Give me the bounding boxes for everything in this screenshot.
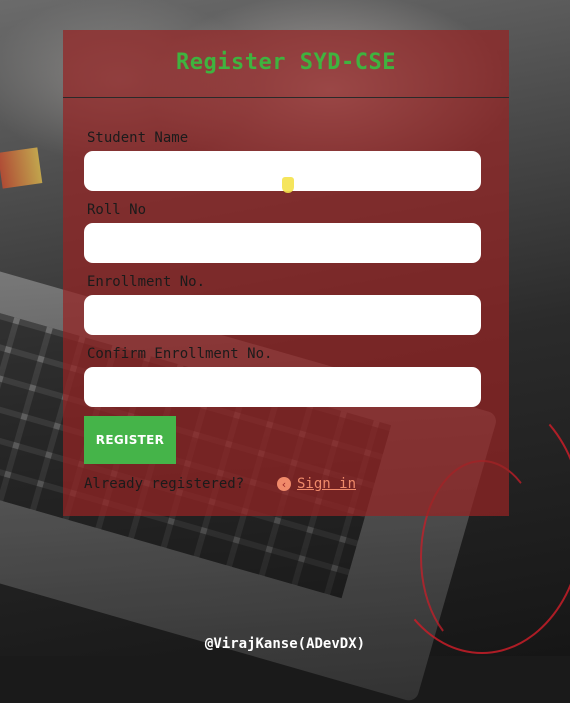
sign-in-label: Sign in (297, 476, 357, 492)
confirm-enrollment-input[interactable] (84, 367, 481, 407)
roll-no-label: Roll No (87, 202, 147, 218)
roll-no-input[interactable] (84, 223, 481, 263)
form-title: Register SYD-CSE (176, 50, 396, 75)
footer-credit: @VirajKanse(ADevDX) (204, 636, 366, 652)
already-registered-text: Already registered? (84, 476, 245, 492)
register-card: Register SYD-CSE Student Name Roll No En… (63, 30, 509, 516)
enrollment-no-label: Enrollment No. (87, 274, 206, 290)
enrollment-no-input[interactable] (84, 295, 481, 335)
confirm-enrollment-label: Confirm Enrollment No. (87, 346, 273, 362)
sign-in-link[interactable]: ‹ Sign in (277, 476, 356, 492)
background-pen (0, 147, 43, 189)
title-divider (63, 97, 509, 98)
student-name-label: Student Name (87, 130, 189, 146)
register-button[interactable]: REGISTER (84, 416, 176, 464)
chevron-left-circle-icon: ‹ (277, 477, 291, 491)
mouse-cursor-icon (282, 177, 294, 193)
